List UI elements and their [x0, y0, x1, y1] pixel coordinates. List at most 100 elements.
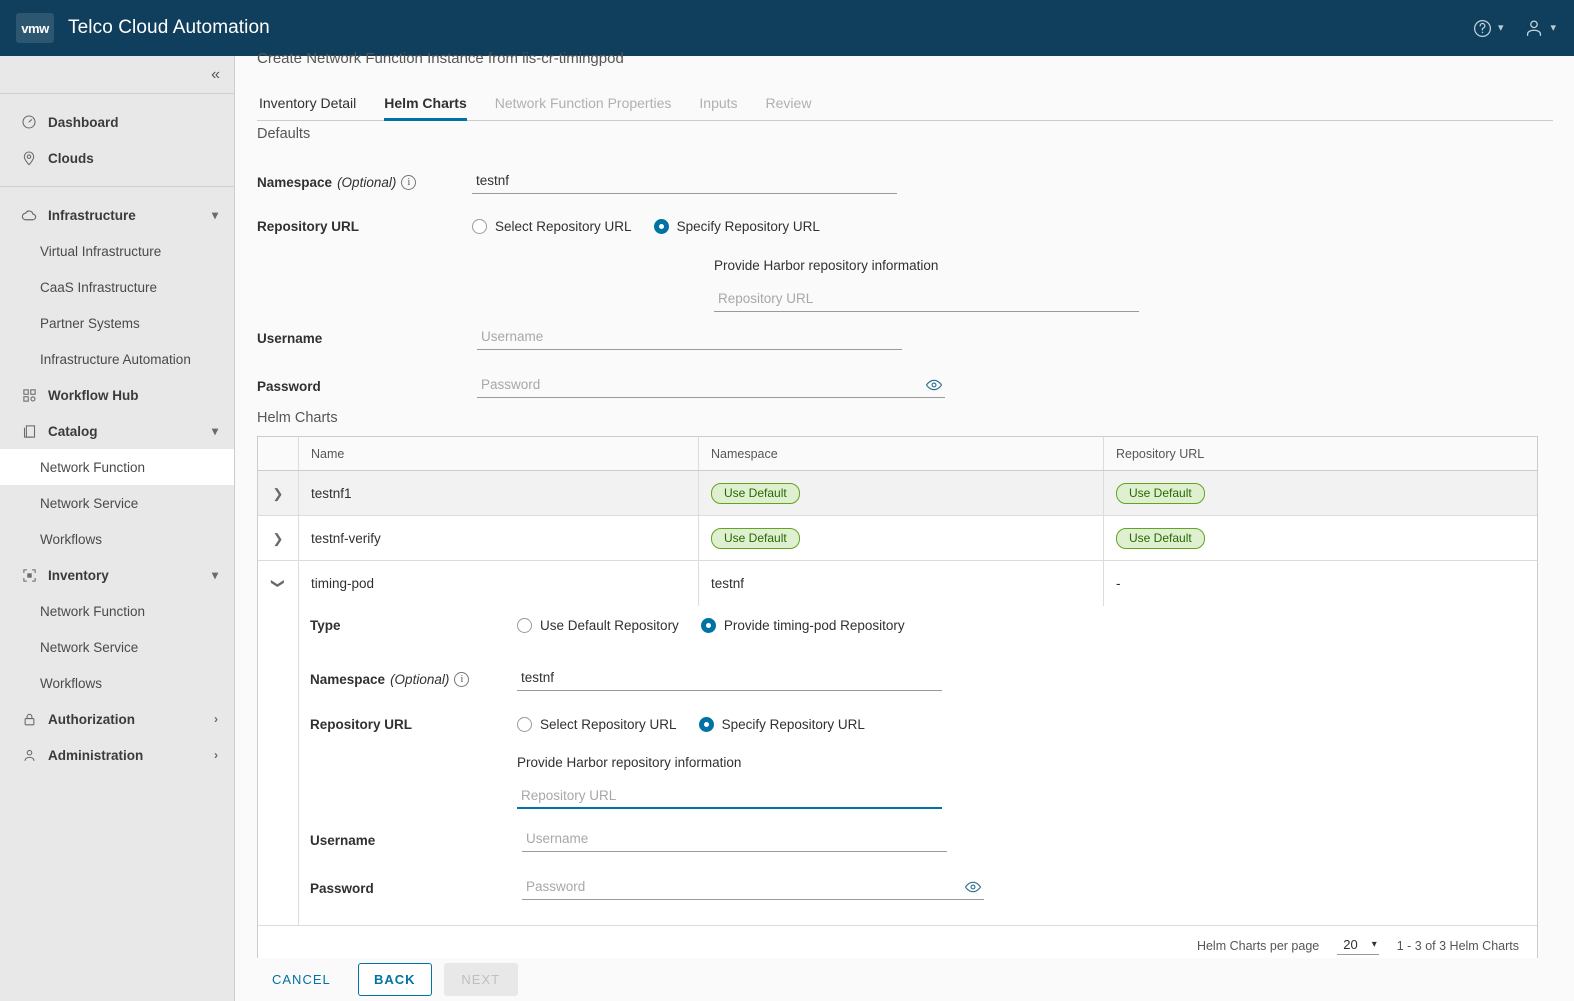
defaults-repository-url-input[interactable] [714, 288, 1139, 312]
label-text: Repository URL [257, 219, 360, 234]
table-row[interactable]: ❯ testnf1 Use Default Use Default [258, 471, 1537, 516]
inventory-icon [20, 566, 38, 584]
dashboard-icon [20, 113, 38, 131]
sidebar-item-workflow-hub[interactable]: Workflow Hub [0, 377, 234, 413]
sidebar-item-caas-infrastructure[interactable]: CaaS Infrastructure [0, 269, 234, 305]
sidebar-group-main: Infrastructure ▾ Virtual Infrastructure … [0, 187, 234, 783]
detail-repository-url-radio-group: Select Repository URL Specify Repository… [517, 717, 865, 732]
detail-username-input[interactable] [522, 828, 947, 852]
sidebar-item-inventory[interactable]: Inventory ▾ [0, 557, 234, 593]
row-expand-toggle[interactable]: ❯ [258, 487, 298, 500]
status-badge: Use Default [1116, 527, 1205, 549]
status-badge: Use Default [1116, 482, 1205, 504]
radio-select-repository-url[interactable]: Select Repository URL [472, 219, 632, 234]
detail-password-input[interactable] [522, 876, 984, 900]
info-circle-icon[interactable]: i [401, 174, 417, 190]
sidebar-item-infrastructure[interactable]: Infrastructure ▾ [0, 197, 234, 233]
sidebar-collapse-button[interactable]: « [0, 56, 234, 94]
sidebar-item-catalog-network-function[interactable]: Network Function [0, 449, 234, 485]
tab-review: Review [765, 95, 812, 111]
sidebar-item-catalog-workflows[interactable]: Workflows [0, 521, 234, 557]
sidebar-item-catalog-network-service[interactable]: Network Service [0, 485, 234, 521]
detail-namespace-input[interactable] [517, 667, 942, 691]
table-row[interactable]: ❯ timing-pod testnf - [258, 561, 1537, 606]
sidebar-item-label: Workflows [40, 531, 103, 547]
radio-use-default-repository[interactable]: Use Default Repository [517, 618, 679, 633]
row-expand-toggle[interactable]: ❯ [258, 577, 298, 590]
radio-select-repository-url[interactable]: Select Repository URL [517, 717, 677, 732]
cancel-button[interactable]: CANCEL [257, 963, 346, 996]
chevron-right-icon: › [214, 712, 218, 726]
status-badge: Use Default [711, 482, 800, 504]
detail-repository-url-input[interactable] [517, 785, 942, 809]
sidebar-item-label: Authorization [48, 711, 135, 727]
chevron-down-icon: ▾ [211, 568, 218, 582]
detail-username-row: Username [310, 828, 947, 852]
detail-repository-url-input-row [517, 785, 942, 809]
eye-icon[interactable] [925, 376, 943, 394]
defaults-namespace-input[interactable] [472, 170, 897, 194]
detail-repository-url-row: Repository URL Select Repository URL Spe… [310, 717, 865, 732]
sidebar-item-partner-systems[interactable]: Partner Systems [0, 305, 234, 341]
column-header-namespace: Namespace [698, 437, 1103, 470]
chevron-right-icon: ❯ [272, 485, 284, 501]
defaults-repository-url-row: Repository URL Select Repository URL Spe… [257, 219, 820, 234]
helm-charts-section-title: Helm Charts [257, 410, 338, 426]
user-menu-button[interactable]: ▾ [1523, 17, 1556, 39]
table-row[interactable]: ❯ testnf-verify Use Default Use Default [258, 516, 1537, 561]
radio-label: Provide timing-pod Repository [723, 618, 905, 633]
defaults-password-row: Password [257, 374, 945, 398]
radio-circle-selected-icon [653, 219, 669, 234]
sidebar-item-authorization[interactable]: Authorization › [0, 701, 234, 737]
defaults-repository-url-input-row [714, 288, 1139, 312]
row-expand-toggle[interactable]: ❯ [258, 532, 298, 545]
sidebar-item-inventory-workflows[interactable]: Workflows [0, 665, 234, 701]
sidebar-item-virtual-infrastructure[interactable]: Virtual Infrastructure [0, 233, 234, 269]
column-header-repository-url: Repository URL [1103, 437, 1537, 470]
sidebar-item-catalog[interactable]: Catalog ▾ [0, 413, 234, 449]
wizard-tabs: Inventory Detail Helm Charts Network Fun… [257, 84, 1553, 121]
sidebar-item-infrastructure-automation[interactable]: Infrastructure Automation [0, 341, 234, 377]
defaults-password-input[interactable] [477, 374, 945, 398]
sidebar-item-inventory-network-function[interactable]: Network Function [0, 593, 234, 629]
label-text: Namespace [310, 671, 386, 687]
sidebar-item-label: Dashboard [48, 114, 119, 130]
sidebar-item-label: Workflow Hub [48, 387, 139, 403]
row-namespace-cell: testnf [698, 561, 1103, 606]
detail-type-row: Type Use Default Repository Provide timi… [310, 618, 905, 633]
sidebar-item-label: Network Function [40, 603, 146, 619]
double-chevron-left-icon: « [211, 65, 220, 83]
sidebar-item-inventory-network-service[interactable]: Network Service [0, 629, 234, 665]
optional-text: (Optional) [390, 671, 450, 687]
sidebar-item-clouds[interactable]: Clouds [0, 140, 234, 176]
sidebar-item-dashboard[interactable]: Dashboard [0, 104, 234, 140]
tab-network-function-properties: Network Function Properties [494, 95, 672, 111]
radio-label: Specify Repository URL [676, 219, 820, 234]
sidebar-item-administration[interactable]: Administration › [0, 737, 234, 773]
radio-label: Select Repository URL [540, 717, 677, 732]
catalog-icon [20, 422, 38, 440]
eye-icon[interactable] [964, 878, 982, 896]
back-button[interactable]: BACK [357, 963, 432, 996]
status-badge: Use Default [711, 527, 800, 549]
radio-specify-repository-url[interactable]: Specify Repository URL [698, 717, 865, 732]
location-pin-icon [20, 149, 38, 167]
defaults-repository-url-label: Repository URL [257, 219, 472, 234]
sidebar-item-label: Catalog [48, 423, 98, 439]
grid-nodes-icon [20, 386, 38, 404]
tab-inventory-detail[interactable]: Inventory Detail [257, 95, 370, 120]
radio-label: Use Default Repository [540, 618, 679, 633]
radio-provide-timing-pod-repository[interactable]: Provide timing-pod Repository [700, 618, 905, 633]
defaults-harbor-hint: Provide Harbor repository information [714, 258, 938, 273]
tab-helm-charts[interactable]: Helm Charts [370, 95, 480, 121]
sidebar-item-label: Partner Systems [40, 315, 140, 331]
per-page-select[interactable]: 20 ▾ [1337, 937, 1379, 955]
help-menu-button[interactable]: ▾ [1472, 18, 1503, 39]
sidebar-item-label: Infrastructure [48, 207, 136, 223]
defaults-username-input[interactable] [477, 326, 902, 350]
info-circle-icon[interactable]: i [454, 671, 470, 687]
sidebar-item-label: Network Function [40, 459, 146, 475]
label-text: Namespace [257, 174, 333, 190]
app-header: vmw Telco Cloud Automation ▾ ▾ [0, 0, 1574, 56]
radio-specify-repository-url[interactable]: Specify Repository URL [653, 219, 820, 234]
